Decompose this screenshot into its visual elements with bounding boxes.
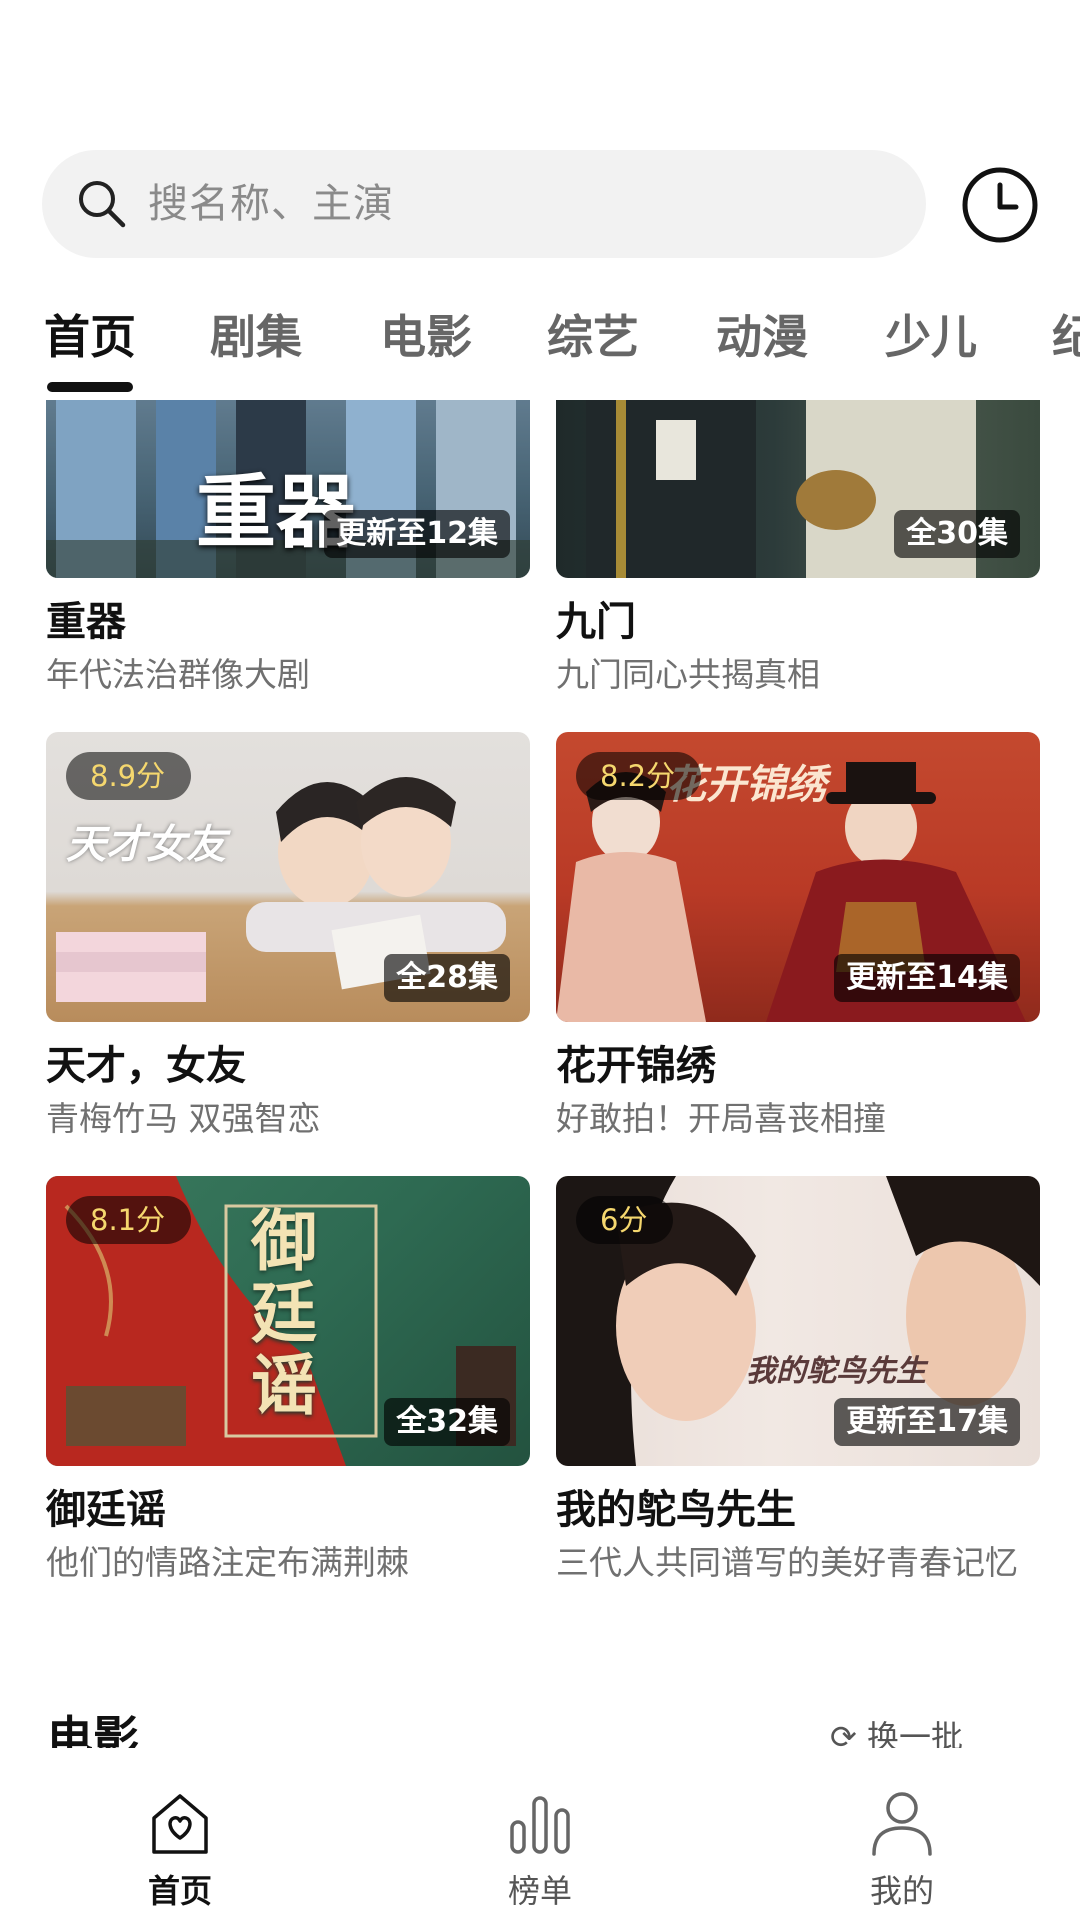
tab-series[interactable]: 剧集 [210,302,302,372]
card-title[interactable]: 九门 [556,598,1040,646]
card-subtitle: 九门同心共揭真相 [556,655,820,694]
search-input[interactable]: 搜名称、主演 [148,150,394,258]
nav-profile-label: 我的 [869,1872,934,1910]
score-badge: 8.1分 [66,1196,192,1244]
episode-badge: 更新至14集 [834,954,1020,1002]
tab-anime[interactable]: 动漫 [716,302,808,372]
score-badge: 6分 [576,1196,674,1244]
tab-home[interactable]: 首页 [44,302,136,372]
episode-badge: 全32集 [384,1398,510,1446]
score-badge: 8.2分 [576,752,702,800]
drama-card[interactable]: 花开锦绣 8.2分 更新至14集 花开锦绣 好敢拍！开局喜丧相撞 [556,732,1040,1140]
card-title[interactable]: 我的鸵鸟先生 [556,1486,1040,1534]
card-title[interactable]: 天才，女友 [46,1042,530,1090]
tab-movies[interactable]: 电影 [380,302,472,372]
nav-ranking-label: 榜单 [507,1872,572,1910]
nav-ranking[interactable]: 榜单 [440,1788,640,1912]
poster-image[interactable]: 花开锦绣 8.2分 更新至14集 [556,732,1040,1022]
nav-home[interactable]: 首页 [80,1788,280,1912]
content-feed[interactable]: 重器 更新至12集 重器 年代法治群像大剧 全30集 九门 九门同心共揭真相 天… [0,400,1080,1740]
drama-card[interactable]: 全30集 九门 九门同心共揭真相 [556,400,1040,696]
tab-documentary[interactable]: 纪 [1052,302,1080,372]
tab-kids[interactable]: 少儿 [885,302,977,372]
card-title[interactable]: 重器 [46,598,530,646]
episode-badge: 全28集 [384,954,510,1002]
chart-bars-icon [510,1796,570,1854]
score-badge: 8.9分 [66,752,192,800]
poster-title-art: 天才女友 [66,822,226,868]
card-subtitle: 好敢拍！开局喜丧相撞 [556,1099,886,1138]
episode-badge: 更新至12集 [324,510,510,558]
category-tabs: 首页 剧集 电影 综艺 动漫 少儿 纪 [0,302,1080,396]
nav-profile[interactable]: 我的 [802,1788,1002,1912]
poster-image[interactable]: 全30集 [556,400,1040,578]
card-title[interactable]: 花开锦绣 [556,1042,1040,1090]
poster-image[interactable]: 我的鸵鸟先生 6分 更新至17集 [556,1176,1040,1466]
card-subtitle: 他们的情路注定布满荆棘 [46,1543,409,1582]
poster-image[interactable]: 重器 更新至12集 [46,400,530,578]
episode-badge: 更新至17集 [834,1398,1020,1446]
search-icon [79,181,126,228]
drama-card[interactable]: 我的鸵鸟先生 6分 更新至17集 我的鸵鸟先生 三代人共同谱写的美好青春记忆 [556,1176,1040,1584]
search-bar[interactable]: 搜名称、主演 [42,150,926,258]
poster-image[interactable]: 御廷谣 8.1分 全32集 [46,1176,530,1466]
drama-card[interactable]: 御廷谣 8.1分 全32集 御廷谣 他们的情路注定布满荆棘 [46,1176,530,1584]
card-title[interactable]: 御廷谣 [46,1486,530,1534]
user-icon [872,1792,932,1856]
history-clock-icon[interactable] [960,165,1040,245]
poster-image[interactable]: 天才女友 8.9分 全28集 [46,732,530,1022]
card-subtitle: 年代法治群像大剧 [46,655,310,694]
poster-title-art: 御廷谣 [251,1203,317,1424]
tab-variety[interactable]: 综艺 [547,302,639,372]
drama-card[interactable]: 重器 更新至12集 重器 年代法治群像大剧 [46,400,530,696]
card-subtitle: 三代人共同谱写的美好青春记忆 [556,1543,1018,1582]
poster-title-art: 我的鸵鸟先生 [746,1354,926,1389]
card-subtitle: 青梅竹马 双强智恋 [46,1099,321,1138]
home-heart-icon [152,1794,208,1854]
bottom-nav: 首页 榜单 我的 [0,1748,1080,1920]
nav-home-label: 首页 [147,1872,212,1910]
episode-badge: 全30集 [894,510,1020,558]
drama-card[interactable]: 天才女友 8.9分 全28集 天才，女友 青梅竹马 双强智恋 [46,732,530,1140]
tab-active-indicator [47,382,133,392]
